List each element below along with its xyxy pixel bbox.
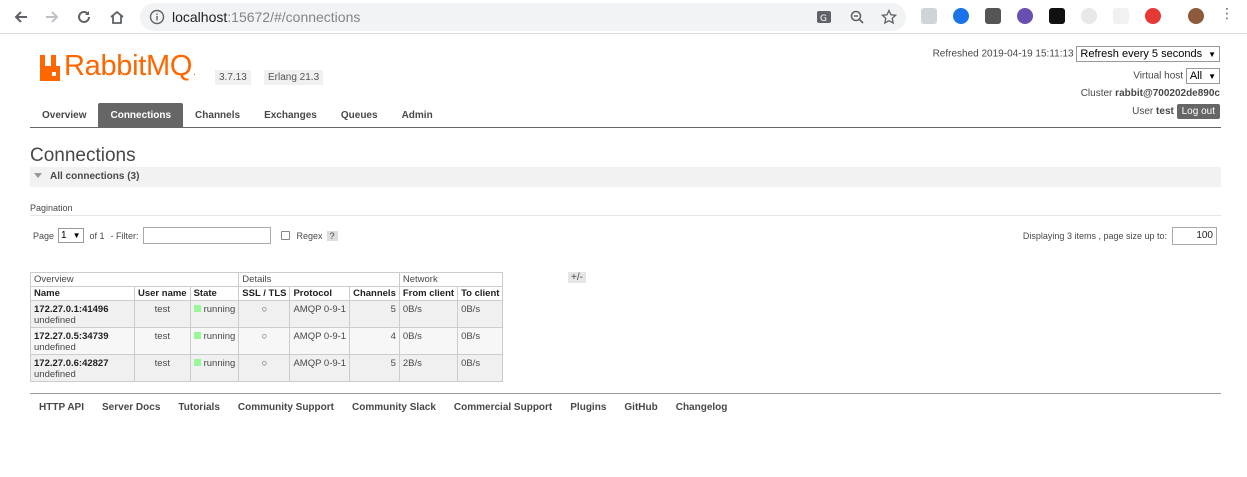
pagination-divider xyxy=(30,215,1221,216)
logout-button[interactable]: Log out xyxy=(1176,104,1220,119)
state-running-indicator xyxy=(193,305,201,312)
vhost-select[interactable]: All ▼ xyxy=(1185,68,1220,84)
translate-icon[interactable]: G xyxy=(816,9,832,25)
zoom-icon[interactable] xyxy=(849,9,865,25)
group-header-overview: Overview xyxy=(29,272,240,287)
pagination-label: Pagination xyxy=(30,203,73,213)
footer-links: HTTP API Server Docs Tutorials Community… xyxy=(30,402,736,413)
tab-admin[interactable]: Admin xyxy=(390,103,445,128)
tab-overview[interactable]: Overview xyxy=(30,103,98,128)
vhost-row: Virtual host All ▼ xyxy=(1133,68,1220,84)
tab-queues[interactable]: Queues xyxy=(329,103,390,128)
regex-help-button[interactable]: ? xyxy=(326,230,338,241)
connection-link[interactable]: 172.27.0.1:41496 xyxy=(34,304,108,315)
tab-channels[interactable]: Channels xyxy=(183,103,252,128)
col-channels[interactable]: Channels xyxy=(349,286,400,301)
footer-link-commercial-support[interactable]: Commercial Support xyxy=(445,402,561,413)
extension-icon[interactable] xyxy=(921,8,937,24)
col-protocol[interactable]: Protocol xyxy=(289,286,351,301)
version-badge: 3.7.13 xyxy=(215,70,251,85)
address-bar[interactable]: localhost:15672/#/connections G xyxy=(140,3,906,31)
table-row[interactable]: 172.27.0.6:42827 undefined test running ○… xyxy=(30,354,504,382)
page-title: Connections xyxy=(30,145,136,166)
col-ssl-tls[interactable]: SSL / TLS xyxy=(238,286,291,301)
extension-grid-icon[interactable] xyxy=(1113,8,1129,24)
rabbitmq-logo[interactable]: RabbitMQ . xyxy=(38,52,196,81)
footer-link-github[interactable]: GitHub xyxy=(615,402,666,413)
section-title: All connections (3) xyxy=(50,171,140,182)
extension-film-icon[interactable] xyxy=(985,8,1001,24)
group-header-details: Details xyxy=(238,272,400,287)
extension-star-icon[interactable] xyxy=(1049,8,1065,24)
back-icon[interactable] xyxy=(9,5,33,29)
page-size-input[interactable]: 100 xyxy=(1172,227,1217,245)
more-menu-icon[interactable]: ⋮ xyxy=(1220,5,1234,21)
home-icon[interactable] xyxy=(105,5,129,29)
group-header-network: Network xyxy=(398,272,504,287)
forward-icon[interactable] xyxy=(40,5,64,29)
pagination-controls: Page 1 ▼ of 1 - Filter: Regex ? xyxy=(33,227,338,244)
connection-link[interactable]: 172.27.0.6:42827 xyxy=(34,358,108,369)
filter-input[interactable] xyxy=(142,227,271,244)
connections-table: Overview Details Network Name User name … xyxy=(29,272,504,382)
tab-exchanges[interactable]: Exchanges xyxy=(252,103,329,128)
tab-connections[interactable]: Connections xyxy=(98,103,184,128)
collapse-triangle-icon xyxy=(34,173,42,178)
table-row[interactable]: 172.27.0.5:34739 undefined test running ○… xyxy=(30,327,504,355)
rabbit-logo-icon xyxy=(40,55,60,81)
extension-block-icon[interactable] xyxy=(1145,8,1161,24)
refresh-row: Refreshed 2019-04-19 15:11:13 Refresh ev… xyxy=(933,46,1220,62)
cluster-row: Cluster rabbit@700202de890c xyxy=(1080,88,1220,99)
reload-icon[interactable] xyxy=(72,5,96,29)
bookmark-star-icon[interactable] xyxy=(880,8,898,25)
col-user-name[interactable]: User name xyxy=(134,286,191,301)
connection-link[interactable]: 172.27.0.5:34739 xyxy=(34,331,108,342)
cluster-name: rabbit@700202de890c xyxy=(1115,88,1220,99)
url-text: localhost:15672/#/connections xyxy=(172,9,361,25)
col-from-client[interactable]: From client xyxy=(398,286,459,301)
refresh-select[interactable]: Refresh every 5 seconds ▼ xyxy=(1076,46,1220,62)
refreshed-time: 2019-04-19 15:11:13 xyxy=(981,48,1074,60)
tab-divider xyxy=(30,127,1221,128)
extension-clock-icon[interactable] xyxy=(1081,8,1097,24)
main-nav-tabs: Overview Connections Channels Exchanges … xyxy=(30,103,445,128)
footer-link-community-support[interactable]: Community Support xyxy=(229,402,343,413)
browser-toolbar: localhost:15672/#/connections G ⋮ xyxy=(0,0,1247,34)
footer-divider xyxy=(30,393,1221,394)
extension-globe-icon[interactable] xyxy=(953,8,969,24)
col-to-client[interactable]: To client xyxy=(457,286,504,301)
info-icon[interactable] xyxy=(149,9,165,28)
page-select[interactable]: 1 ▼ xyxy=(58,228,84,243)
extension-ws-icon[interactable] xyxy=(1017,8,1033,24)
footer-link-tutorials[interactable]: Tutorials xyxy=(169,402,228,413)
column-toggle-button[interactable]: +/- xyxy=(568,272,586,283)
footer-link-changelog[interactable]: Changelog xyxy=(667,402,737,413)
col-name[interactable]: Name xyxy=(30,286,135,301)
table-row[interactable]: 172.27.0.1:41496 undefined test running ○… xyxy=(30,300,504,328)
footer-link-community-slack[interactable]: Community Slack xyxy=(343,402,445,413)
regex-checkbox[interactable] xyxy=(280,231,290,240)
user-name: test xyxy=(1156,106,1174,118)
user-row: User test Log out xyxy=(1132,104,1220,119)
state-running-indicator xyxy=(193,359,201,366)
footer-link-plugins[interactable]: Plugins xyxy=(561,402,615,413)
svg-text:G: G xyxy=(820,14,827,24)
state-running-indicator xyxy=(193,332,201,339)
col-state[interactable]: State xyxy=(189,286,240,301)
all-connections-section-toggle[interactable]: All connections (3) xyxy=(30,167,1221,187)
footer-link-server-docs[interactable]: Server Docs xyxy=(93,402,169,413)
displaying-text: Displaying 3 items , page size up to: xyxy=(1022,231,1167,241)
footer-link-http-api[interactable]: HTTP API xyxy=(30,402,93,413)
erlang-badge: Erlang 21.3 xyxy=(264,70,324,85)
profile-avatar-icon[interactable] xyxy=(1188,8,1204,24)
